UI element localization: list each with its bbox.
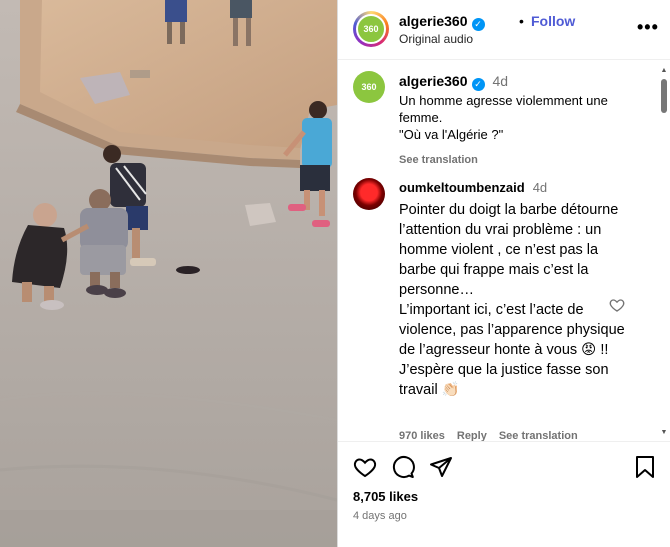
caption-avatar[interactable]: 360: [353, 71, 385, 103]
comment-meta: 970 likes Reply See translation: [399, 430, 590, 441]
header-username-text[interactable]: algerie360: [399, 13, 468, 29]
comment-text: Pointer du doigt la barbe détourne l’att…: [399, 202, 625, 398]
verified-icon: ✓: [471, 78, 485, 91]
more-options-icon[interactable]: •••: [637, 18, 659, 36]
comment-like-icon[interactable]: [609, 297, 625, 318]
comments-section[interactable]: 360 algerie360 ✓ 4d Un homme agresse viole…: [338, 61, 670, 441]
share-icon[interactable]: [429, 455, 453, 484]
header-separator: •: [519, 13, 524, 29]
comment-time[interactable]: 4d: [533, 180, 547, 195]
avatar: 360: [356, 14, 386, 44]
audio-link[interactable]: Original audio: [399, 32, 473, 46]
caption-header: algerie360 ✓ 4d: [399, 73, 508, 91]
heart-icon[interactable]: [353, 455, 377, 484]
story-ring[interactable]: 360: [353, 11, 389, 47]
comment-avatar[interactable]: [353, 178, 385, 210]
comment-see-translation[interactable]: See translation: [499, 430, 578, 441]
post-panel: 360 algerie360 ✓ • Follow Original audio …: [337, 0, 670, 547]
header-username[interactable]: algerie360 ✓: [399, 13, 485, 31]
verified-icon: ✓: [471, 18, 485, 31]
comments-scrollbar[interactable]: ▲ ▼: [660, 67, 668, 437]
caption-username[interactable]: algerie360: [399, 73, 468, 89]
caption-time[interactable]: 4d: [493, 73, 509, 89]
caption-see-translation[interactable]: See translation: [399, 154, 478, 166]
comment-reply-button[interactable]: Reply: [457, 430, 487, 441]
post-dialog: 360 algerie360 ✓ • Follow Original audio …: [0, 0, 670, 547]
follow-button[interactable]: Follow: [531, 13, 575, 29]
action-bar: 8,705 likes 4 days ago: [338, 441, 670, 547]
caption-text: Un homme agresse violemment une femme. "…: [399, 93, 608, 142]
video-frame: [0, 0, 337, 547]
comment-header: oumkeltoumbenzaid 4d: [399, 180, 547, 195]
scroll-up-icon[interactable]: ▲: [660, 67, 668, 75]
likes-count[interactable]: 8,705 likes: [353, 489, 418, 504]
bookmark-icon[interactable]: [634, 455, 656, 484]
post-video[interactable]: [0, 0, 337, 547]
comment-icon[interactable]: [391, 455, 415, 484]
post-date[interactable]: 4 days ago: [353, 510, 407, 522]
scroll-thumb[interactable]: [661, 79, 667, 113]
comment-username[interactable]: oumkeltoumbenzaid: [399, 180, 525, 195]
post-header: 360 algerie360 ✓ • Follow Original audio …: [338, 0, 670, 60]
scroll-down-icon[interactable]: ▼: [660, 429, 668, 437]
comment-likes[interactable]: 970 likes: [399, 430, 445, 441]
